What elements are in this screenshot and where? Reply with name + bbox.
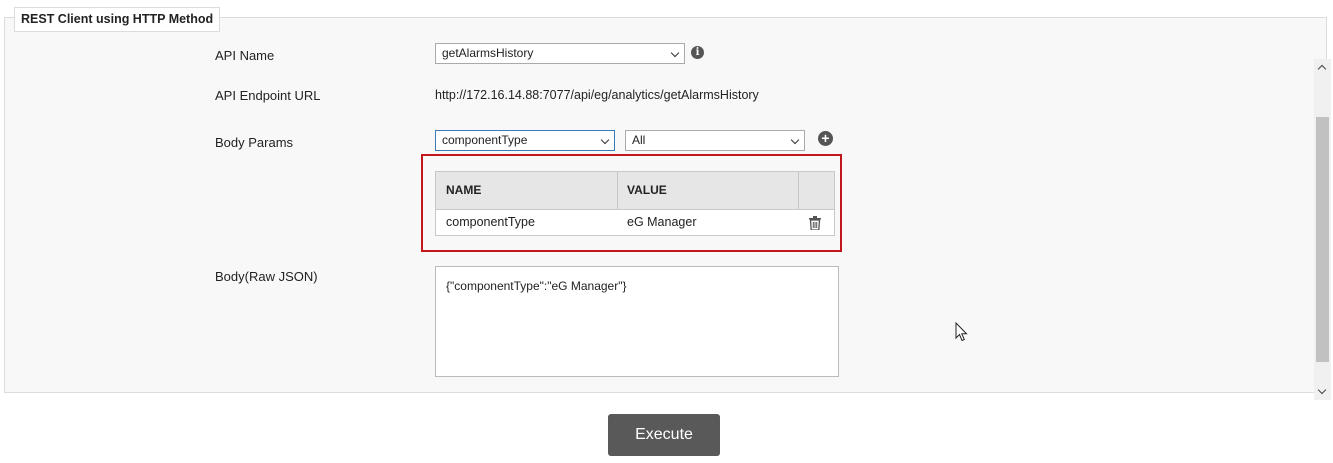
api-name-select[interactable]: getAlarmsHistory [435, 43, 685, 64]
mouse-cursor-icon [955, 321, 969, 345]
plus-circle-icon[interactable]: + [818, 131, 833, 146]
column-header-name: NAME [446, 183, 482, 197]
panel-scrollbar[interactable] [1314, 59, 1331, 400]
body-params-label: Body Params [215, 135, 294, 150]
scroll-up-icon[interactable] [1317, 64, 1327, 74]
column-divider [617, 172, 618, 209]
param-name-select[interactable]: componentType [435, 130, 615, 151]
execute-button[interactable]: Execute [608, 414, 720, 456]
row-param-name: componentType [446, 215, 535, 229]
chevron-down-icon [600, 135, 610, 145]
params-table: NAME VALUE componentType eG Manager [435, 171, 835, 236]
raw-json-label: Body(Raw JSON) [215, 269, 318, 284]
column-divider [798, 172, 799, 209]
params-table-header: NAME VALUE [436, 172, 834, 210]
api-name-value: getAlarmsHistory [442, 46, 534, 60]
chevron-down-icon [790, 135, 800, 145]
api-endpoint-url: http://172.16.14.88:7077/api/eg/analytic… [435, 88, 759, 102]
api-endpoint-label: API Endpoint URL [215, 88, 321, 103]
param-value-value: All [632, 133, 646, 147]
scroll-thumb[interactable] [1316, 117, 1329, 362]
param-name-value: componentType [442, 133, 528, 147]
column-header-value: VALUE [627, 183, 667, 197]
row-param-value: eG Manager [627, 215, 697, 229]
chevron-down-icon [670, 48, 680, 58]
raw-json-textarea[interactable]: {"componentType":"eG Manager"} [435, 266, 839, 377]
trash-icon[interactable] [809, 216, 821, 231]
api-name-label: API Name [215, 48, 275, 63]
scroll-down-icon[interactable] [1317, 385, 1327, 395]
panel-title: REST Client using HTTP Method [14, 7, 221, 32]
param-value-select[interactable]: All [625, 130, 805, 151]
info-icon[interactable]: i [691, 46, 704, 59]
